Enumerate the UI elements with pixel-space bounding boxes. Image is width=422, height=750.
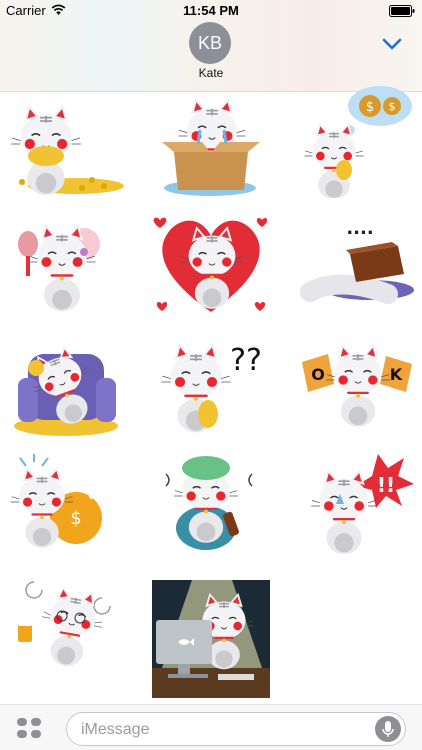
svg-text:$: $ — [70, 508, 81, 529]
sticker-cat-crying-box[interactable] — [152, 94, 270, 206]
microphone-button[interactable] — [375, 716, 401, 742]
app-drawer-icon[interactable] — [16, 717, 42, 739]
contact-avatar[interactable]: KB — [189, 22, 231, 64]
sticker-cat-armchair-gold-art — [14, 340, 118, 436]
sticker-cat-money-bag-art: $ — [10, 454, 120, 549]
sticker-cat-ok-signs-art: O K — [302, 343, 412, 428]
sticker-cat-chocolate-sleep[interactable]: .... — [300, 210, 418, 322]
ok-right-text: K — [390, 365, 403, 384]
sticker-cat-mirror-blush[interactable] — [6, 210, 124, 322]
microphone-icon — [382, 721, 394, 737]
svg-text:$: $ — [366, 100, 374, 115]
sticker-cat-chocolate-sleep-art: .... — [300, 218, 414, 304]
sticker-cat-sick-medicine[interactable] — [152, 446, 270, 558]
compose-bar: iMessage — [0, 704, 422, 750]
question-text: ?? — [230, 343, 262, 378]
contact-name[interactable]: Kate — [0, 66, 422, 80]
sticker-cat-question-coin[interactable]: ?? — [152, 328, 270, 440]
svg-text:$: $ — [389, 100, 396, 113]
sticker-cat-mirror-blush-art — [18, 223, 100, 312]
imessage-placeholder: iMessage — [81, 721, 150, 738]
sticker-cat-crying-box-art — [162, 97, 260, 196]
conversation-header: Carrier 11:54 PM KB Kate — [0, 0, 422, 92]
status-bar: Carrier 11:54 PM — [0, 0, 422, 22]
sticker-cat-question-coin-art: ?? — [160, 342, 262, 434]
sticker-grid: $ $ .... ?? O K $ !! — [0, 86, 422, 704]
sticker-cat-gold-coins-art — [10, 104, 124, 196]
sticker-cat-heart-love-art — [153, 217, 268, 312]
sticker-cat-dizzy-beer-art — [18, 581, 111, 672]
sticker-cat-dreaming-money[interactable]: $ $ — [300, 86, 418, 200]
sticker-cat-angry-exclaim-art: !! — [310, 454, 414, 555]
exclaim-text: !! — [377, 473, 395, 497]
battery-icon — [389, 5, 415, 17]
sticker-cat-computer-night[interactable] — [152, 580, 270, 698]
sticker-cat-gold-coins[interactable] — [6, 94, 124, 206]
sticker-cat-ok-signs[interactable]: O K — [300, 328, 418, 440]
status-time: 11:54 PM — [183, 3, 239, 18]
sticker-cat-angry-exclaim[interactable]: !! — [300, 446, 418, 558]
sticker-cat-dizzy-beer[interactable] — [6, 566, 124, 678]
dots-text: .... — [346, 218, 373, 239]
chevron-down-icon[interactable] — [382, 37, 402, 51]
sticker-cat-computer-night-art — [152, 580, 270, 698]
sticker-cat-heart-love[interactable] — [152, 208, 270, 320]
sticker-cat-armchair-gold[interactable] — [6, 328, 124, 440]
imessage-input[interactable]: iMessage — [66, 712, 406, 746]
sticker-cat-dreaming-money-art: $ $ — [303, 86, 412, 200]
ok-left-text: O — [311, 365, 325, 384]
sticker-cat-sick-medicine-art — [165, 456, 253, 550]
sticker-cat-money-bag[interactable]: $ — [6, 448, 124, 560]
